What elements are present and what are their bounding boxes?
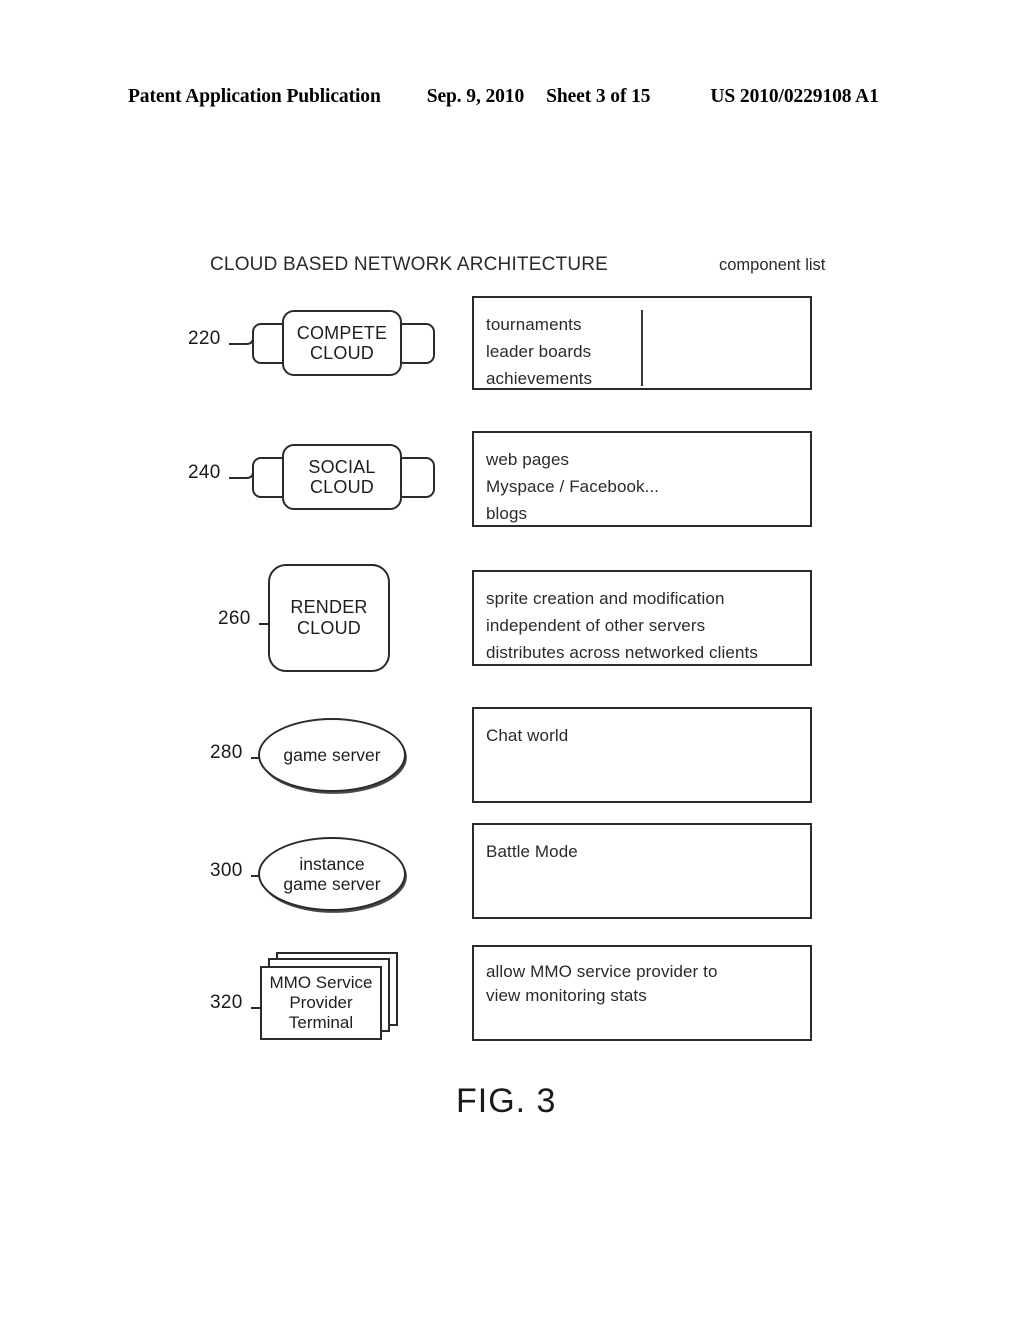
- component-item: Chat world: [486, 726, 569, 745]
- component-item: independent of other servers: [486, 616, 706, 635]
- component-list-box-220: tournaments leader boards achievements: [472, 296, 812, 390]
- figure-3-diagram: CLOUD BASED NETWORK ARCHITECTURE compone…: [0, 0, 1024, 1320]
- component-item: achievements: [486, 369, 593, 388]
- component-list-divider: [641, 310, 643, 386]
- render-cloud-shape[interactable]: RENDER CLOUD: [268, 564, 390, 672]
- mmo-terminal-shape[interactable]: MMO Service Provider Terminal: [260, 952, 402, 1044]
- component-item: web pages: [486, 450, 570, 469]
- social-cloud-body: SOCIAL CLOUD: [282, 444, 402, 510]
- component-item: Battle Mode: [486, 842, 578, 861]
- compete-cloud-label-line1: COMPETE: [296, 323, 388, 343]
- figure-caption: FIG. 3: [456, 1082, 557, 1120]
- mmo-terminal-label-line3: Terminal: [288, 1013, 354, 1032]
- component-list-box-320: allow MMO service provider to view monit…: [472, 945, 812, 1041]
- component-item: allow MMO service provider to: [486, 962, 718, 981]
- reference-number-220: 220: [188, 328, 221, 349]
- component-list-box-240: web pages Myspace / Facebook... blogs: [472, 431, 812, 527]
- component-list-box-300: Battle Mode: [472, 823, 812, 919]
- diagram-title: CLOUD BASED NETWORK ARCHITECTURE: [210, 254, 609, 275]
- render-cloud-label-line1: RENDER: [290, 597, 368, 617]
- instance-game-server-label-line1: instance: [299, 854, 365, 874]
- component-item: view monitoring stats: [486, 986, 647, 1005]
- component-item: leader boards: [486, 342, 592, 361]
- component-item: sprite creation and modification: [486, 589, 725, 608]
- compete-cloud-body: COMPETE CLOUD: [282, 310, 402, 376]
- reference-number-240: 240: [188, 462, 221, 483]
- game-server-shape[interactable]: game server: [258, 718, 406, 792]
- reference-number-320: 320: [210, 992, 243, 1013]
- component-item: tournaments: [486, 315, 582, 334]
- component-item: blogs: [486, 504, 528, 523]
- component-list-box-260: sprite creation and modification indepen…: [472, 570, 812, 666]
- render-cloud-label-line2: CLOUD: [296, 618, 361, 638]
- component-list-box-280: Chat world: [472, 707, 812, 803]
- mmo-terminal-label-line1: MMO Service: [269, 973, 373, 992]
- instance-game-server-label-line2: game server: [283, 874, 381, 894]
- mmo-terminal-sheet-front: MMO Service Provider Terminal: [260, 966, 382, 1040]
- mmo-terminal-label-line2: Provider: [289, 993, 353, 1012]
- reference-number-260: 260: [218, 608, 251, 629]
- component-item: distributes across networked clients: [486, 643, 758, 662]
- game-server-label-line1: game server: [283, 745, 381, 765]
- component-item: Myspace / Facebook...: [486, 477, 660, 496]
- component-list-column-header: component list: [719, 256, 826, 274]
- reference-number-300: 300: [210, 860, 243, 881]
- compete-cloud-label-line2: CLOUD: [309, 343, 374, 363]
- instance-game-server-shape[interactable]: instance game server: [258, 837, 406, 911]
- social-cloud-label-line2: CLOUD: [309, 477, 374, 497]
- reference-number-280: 280: [210, 742, 243, 763]
- social-cloud-label-line1: SOCIAL: [308, 457, 376, 477]
